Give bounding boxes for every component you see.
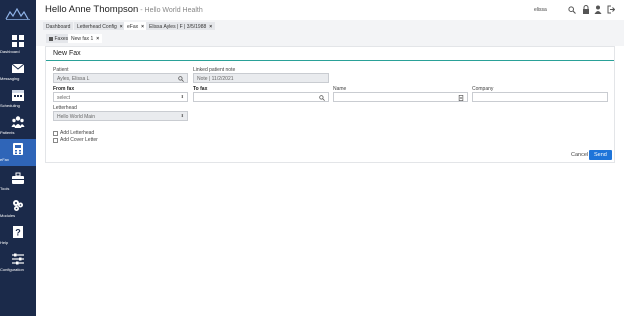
search-icon[interactable] bbox=[178, 75, 184, 82]
close-icon[interactable]: × bbox=[141, 24, 144, 30]
linked-note-field[interactable]: Note | 11/2/2021 bbox=[193, 73, 329, 83]
from-fax-value: select bbox=[57, 95, 71, 101]
modules-icon bbox=[13, 200, 23, 211]
linked-note-value: Note | 11/2/2021 bbox=[197, 76, 234, 82]
fax-icon bbox=[13, 143, 23, 155]
sidebar-item-configuration[interactable]: Configuration bbox=[0, 249, 36, 276]
org-name: - Hello World Health bbox=[138, 7, 203, 14]
sidebar-label: Help bbox=[0, 240, 9, 245]
tab-letterhead-config[interactable]: Letterhead Config × bbox=[74, 22, 126, 30]
patient-field[interactable]: Ayles, Elissa L bbox=[53, 73, 188, 83]
address-book-icon[interactable] bbox=[458, 94, 464, 101]
tab-label: eFax bbox=[127, 23, 139, 30]
logout-icon[interactable] bbox=[607, 5, 615, 14]
dashboard-icon bbox=[12, 35, 24, 47]
add-letterhead-label: Add Letterhead bbox=[60, 130, 95, 136]
close-icon[interactable]: × bbox=[96, 36, 99, 42]
envelope-icon bbox=[11, 63, 25, 73]
sidebar-label: eFax bbox=[0, 157, 9, 162]
sidebar-label: Modules bbox=[0, 213, 16, 218]
sidebar-item-tools[interactable]: Tools bbox=[0, 168, 36, 195]
sidebar-label: Dashboard bbox=[0, 49, 20, 54]
inbox-icon bbox=[49, 36, 53, 41]
sort-arrows-icon: ⬍ bbox=[180, 113, 184, 118]
sidebar-item-messaging[interactable]: Messaging bbox=[0, 58, 36, 85]
svg-text:?: ? bbox=[15, 228, 21, 238]
help-icon: ? bbox=[13, 226, 23, 238]
sidebar-label: Scheduling bbox=[0, 103, 20, 108]
tab-bar: Dashboard Letterhead Config × eFax × Eliss… bbox=[36, 20, 624, 31]
user-icon[interactable] bbox=[594, 5, 602, 14]
faxes-label: Faxes bbox=[54, 36, 69, 42]
sidebar-item-scheduling[interactable]: Scheduling bbox=[0, 85, 36, 112]
patient-value: Ayles, Elissa L bbox=[57, 76, 90, 82]
search-icon[interactable] bbox=[319, 94, 325, 101]
tab-efax[interactable]: eFax × bbox=[124, 22, 148, 30]
add-letterhead-checkbox[interactable] bbox=[53, 131, 58, 136]
tab-label: Dashboard bbox=[46, 23, 71, 30]
sidebar-item-modules[interactable]: Modules bbox=[0, 195, 36, 222]
tab-label: New fax 1 bbox=[71, 36, 94, 42]
page-title: Hello Anne Thompson - Hello World Health bbox=[45, 4, 203, 15]
close-icon[interactable]: × bbox=[120, 24, 123, 30]
to-fax-input[interactable] bbox=[193, 92, 329, 102]
sidebar-label: Tools bbox=[0, 186, 10, 191]
sort-arrows-icon: ⬍ bbox=[180, 94, 184, 99]
tab-dashboard[interactable]: Dashboard bbox=[43, 22, 74, 30]
tab-patient-elissa-ayles[interactable]: Elissa Ayles | F | 3/5/1988 × bbox=[146, 22, 216, 30]
calendar-icon bbox=[12, 90, 24, 101]
name-input[interactable] bbox=[333, 92, 468, 102]
top-header: Hello Anne Thompson - Hello World Health… bbox=[36, 0, 624, 20]
sidebar-item-patients[interactable]: Patients bbox=[0, 112, 36, 139]
sidebar-item-dashboard[interactable]: Dashboard bbox=[0, 31, 36, 58]
sidebar-label: Configuration bbox=[0, 267, 24, 272]
sidebar-item-help[interactable]: ? Help bbox=[0, 222, 36, 249]
letterhead-select[interactable]: Hello World Main ⬍ bbox=[53, 111, 188, 121]
tab-label: Letterhead Config bbox=[77, 23, 117, 30]
people-icon bbox=[11, 116, 25, 128]
toolbox-icon bbox=[12, 172, 24, 184]
cancel-button[interactable]: Cancel bbox=[571, 152, 588, 158]
search-icon[interactable] bbox=[568, 6, 576, 14]
letterhead-value: Hello World Main bbox=[57, 114, 95, 120]
sidebar-label: Messaging bbox=[0, 76, 20, 81]
close-icon[interactable]: × bbox=[209, 24, 212, 30]
logo-icon bbox=[5, 8, 30, 20]
sidebar-item-efax[interactable]: eFax bbox=[0, 139, 36, 166]
sliders-icon bbox=[12, 253, 24, 265]
tab-new-fax-1[interactable]: New fax 1 × bbox=[68, 34, 103, 43]
add-cover-letter-checkbox[interactable] bbox=[53, 138, 58, 143]
divider bbox=[46, 60, 614, 61]
sidebar: Dashboard Messaging Scheduling Patients … bbox=[0, 0, 36, 316]
sidebar-label: Patients bbox=[0, 130, 15, 135]
new-fax-panel: New Fax Patient Ayles, Elissa L Linked p… bbox=[45, 46, 615, 163]
from-fax-select[interactable]: select ⬍ bbox=[53, 92, 188, 102]
panel-title: New Fax bbox=[53, 50, 81, 57]
fax-subnav: Faxes New fax 1 × bbox=[36, 31, 624, 46]
greeting-text: Hello Anne Thompson bbox=[45, 4, 139, 15]
add-cover-letter-label: Add Cover Letter bbox=[60, 137, 98, 143]
company-input[interactable] bbox=[472, 92, 608, 102]
send-button[interactable]: Send bbox=[589, 150, 612, 160]
tab-label: Elissa Ayles | F | 3/5/1988 bbox=[149, 23, 207, 30]
lock-icon[interactable] bbox=[582, 5, 590, 14]
